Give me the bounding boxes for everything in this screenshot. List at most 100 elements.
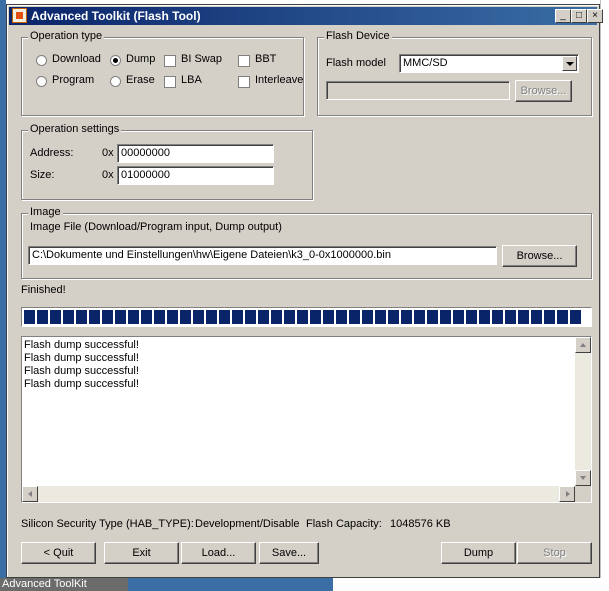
progress-block — [349, 310, 360, 324]
progress-block — [557, 310, 568, 324]
save-button[interactable]: Save... — [259, 542, 319, 564]
progress-block — [414, 310, 425, 324]
security-type-value: Development/Disable — [195, 518, 300, 530]
scroll-left-icon[interactable] — [22, 486, 38, 502]
log-line: Flash dump successful! — [24, 352, 139, 364]
download-radio[interactable] — [36, 55, 47, 66]
progress-block — [180, 310, 191, 324]
lba-checkbox[interactable] — [164, 76, 176, 88]
progress-block — [193, 310, 204, 324]
flash-model-label: Flash model — [326, 57, 386, 69]
progress-block — [336, 310, 347, 324]
bi-swap-checkbox[interactable] — [164, 55, 176, 67]
scroll-up-icon[interactable] — [575, 337, 591, 353]
operation-type-group: Operation type Download Dump BI Swap BBT… — [21, 30, 304, 116]
bi-swap-label: BI Swap — [181, 53, 222, 65]
program-radio[interactable] — [36, 76, 47, 87]
status-text: Finished! — [21, 284, 66, 296]
progress-block — [310, 310, 321, 324]
progress-block — [297, 310, 308, 324]
address-label: Address: — [30, 147, 74, 159]
progress-block — [128, 310, 139, 324]
quit-button[interactable]: < Quit — [21, 542, 96, 564]
lba-label: LBA — [181, 74, 202, 86]
chevron-down-icon[interactable] — [562, 56, 577, 71]
progress-block — [375, 310, 386, 324]
progress-block — [544, 310, 555, 324]
size-label: Size: — [30, 169, 55, 181]
maximize-button[interactable]: □ — [571, 9, 587, 23]
progress-block — [24, 310, 35, 324]
progress-block — [284, 310, 295, 324]
progress-block — [115, 310, 126, 324]
dump-button[interactable]: Dump — [441, 542, 516, 564]
progress-block — [102, 310, 113, 324]
progress-block — [362, 310, 373, 324]
interleave-checkbox[interactable] — [238, 76, 250, 88]
app-icon — [12, 8, 27, 23]
progress-block — [479, 310, 490, 324]
flash-device-label: Flash Device — [324, 30, 392, 42]
scroll-down-icon[interactable] — [575, 470, 591, 486]
progress-block — [453, 310, 464, 324]
main-window: Advanced Toolkit (Flash Tool) _ □ × Oper… — [6, 4, 603, 578]
operation-settings-group: Operation settings Address: 0x 00000000 … — [21, 123, 313, 200]
progress-block — [388, 310, 399, 324]
progress-block — [167, 310, 178, 324]
address-prefix: 0x — [102, 147, 114, 159]
progress-block — [531, 310, 542, 324]
taskbar-blank — [333, 578, 609, 591]
progress-block — [37, 310, 48, 324]
flash-device-group: Flash Device Flash model MMC/SD Browse..… — [317, 30, 592, 116]
progress-block — [570, 310, 581, 324]
log-line: Flash dump successful! — [24, 378, 139, 390]
image-description: Image File (Download/Program input, Dump… — [30, 221, 282, 233]
progress-block — [492, 310, 503, 324]
progress-block — [440, 310, 451, 324]
erase-radio[interactable] — [110, 76, 121, 87]
exit-button[interactable]: Exit — [104, 542, 179, 564]
image-group: Image Image File (Download/Program input… — [21, 206, 592, 279]
progress-block — [258, 310, 269, 324]
stop-button[interactable]: Stop — [517, 542, 592, 564]
progress-block — [206, 310, 217, 324]
progress-block — [505, 310, 516, 324]
program-label: Program — [52, 74, 95, 86]
progress-block — [50, 310, 61, 324]
scroll-right-icon[interactable] — [559, 486, 575, 502]
vertical-scrollbar[interactable] — [575, 337, 591, 486]
log-output[interactable]: Flash dump successful! Flash dump succes… — [21, 336, 592, 503]
progress-block — [271, 310, 282, 324]
size-prefix: 0x — [102, 169, 114, 181]
progress-block — [323, 310, 334, 324]
load-button[interactable]: Load... — [181, 542, 256, 564]
progress-block — [89, 310, 100, 324]
progress-bar — [21, 307, 592, 327]
flash-browse-button[interactable]: Browse... — [515, 80, 572, 102]
log-lines: Flash dump successful! Flash dump succes… — [24, 339, 139, 391]
progress-block — [427, 310, 438, 324]
log-line: Flash dump successful! — [24, 365, 139, 377]
size-input[interactable]: 01000000 — [117, 166, 274, 185]
dump-radio[interactable] — [110, 55, 121, 66]
dump-label: Dump — [126, 53, 156, 65]
minimize-button[interactable]: _ — [555, 9, 571, 23]
image-browse-button[interactable]: Browse... — [502, 245, 577, 267]
flash-capacity-value: 1048576 KB — [390, 518, 451, 530]
progress-block — [518, 310, 529, 324]
horizontal-scrollbar[interactable] — [22, 486, 575, 502]
close-button[interactable]: × — [587, 9, 603, 23]
interleave-label: Interleave — [255, 74, 304, 86]
image-path-input[interactable]: C:\Dokumente und Einstellungen\hw\Eigene… — [28, 246, 497, 265]
progress-block — [76, 310, 87, 324]
address-input[interactable]: 00000000 — [117, 144, 274, 163]
log-line: Flash dump successful! — [24, 339, 139, 351]
progress-block — [219, 310, 230, 324]
flash-model-select[interactable]: MMC/SD — [399, 54, 579, 73]
taskbar-item[interactable]: Advanced ToolKit — [0, 578, 128, 591]
flash-capacity-label: Flash Capacity: — [306, 518, 382, 530]
bbt-checkbox[interactable] — [238, 55, 250, 67]
title-bar[interactable]: Advanced Toolkit (Flash Tool) _ □ × — [9, 7, 603, 25]
progress-block — [63, 310, 74, 324]
progress-block — [232, 310, 243, 324]
